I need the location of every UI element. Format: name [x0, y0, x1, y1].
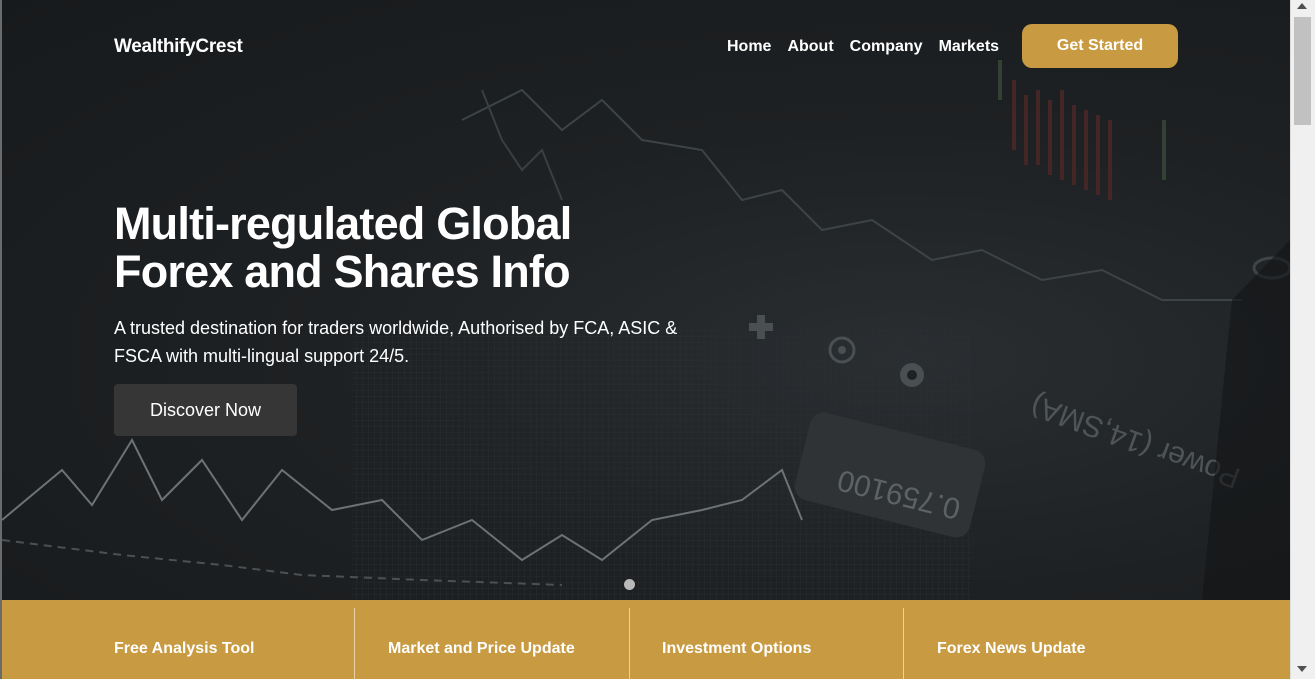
main-nav: Home About Company Markets [727, 36, 999, 58]
feature-divider [354, 608, 355, 679]
feature-market-price-update[interactable]: Market and Price Update [388, 640, 575, 658]
nav-about[interactable]: About [787, 36, 833, 58]
nav-markets[interactable]: Markets [939, 36, 999, 58]
brand-logo[interactable]: WealthifyCrest [114, 36, 243, 58]
feature-forex-news-update[interactable]: Forex News Update [937, 640, 1085, 658]
background-indicator-text: Power (14,SMA) [1026, 388, 1244, 494]
scroll-down-arrow-icon[interactable] [1297, 666, 1307, 672]
scroll-up-arrow-icon[interactable] [1297, 3, 1307, 9]
nav-company[interactable]: Company [850, 36, 923, 58]
carousel-dot[interactable] [624, 579, 635, 590]
window-border [0, 0, 2, 679]
hero-title: Multi-regulated Global Forex and Shares … [114, 198, 572, 297]
feature-divider [903, 608, 904, 679]
features-bar: Free Analysis Tool Market and Price Upda… [2, 600, 1290, 679]
feature-free-analysis-tool[interactable]: Free Analysis Tool [114, 640, 254, 658]
get-started-button[interactable]: Get Started [1022, 24, 1178, 68]
discover-now-button[interactable]: Discover Now [114, 384, 297, 436]
feature-investment-options[interactable]: Investment Options [662, 640, 811, 658]
hero-background-image: Power (14,SMA) 0.759100 [2, 60, 1290, 600]
nav-home[interactable]: Home [727, 36, 771, 58]
hero-subtitle: A trusted destination for traders worldw… [114, 318, 678, 366]
vertical-scrollbar[interactable] [1290, 0, 1315, 679]
feature-divider [629, 608, 630, 679]
hero-section: Power (14,SMA) 0.759100 WealthifyCrest H… [2, 0, 1290, 600]
scrollbar-thumb[interactable] [1294, 17, 1311, 125]
